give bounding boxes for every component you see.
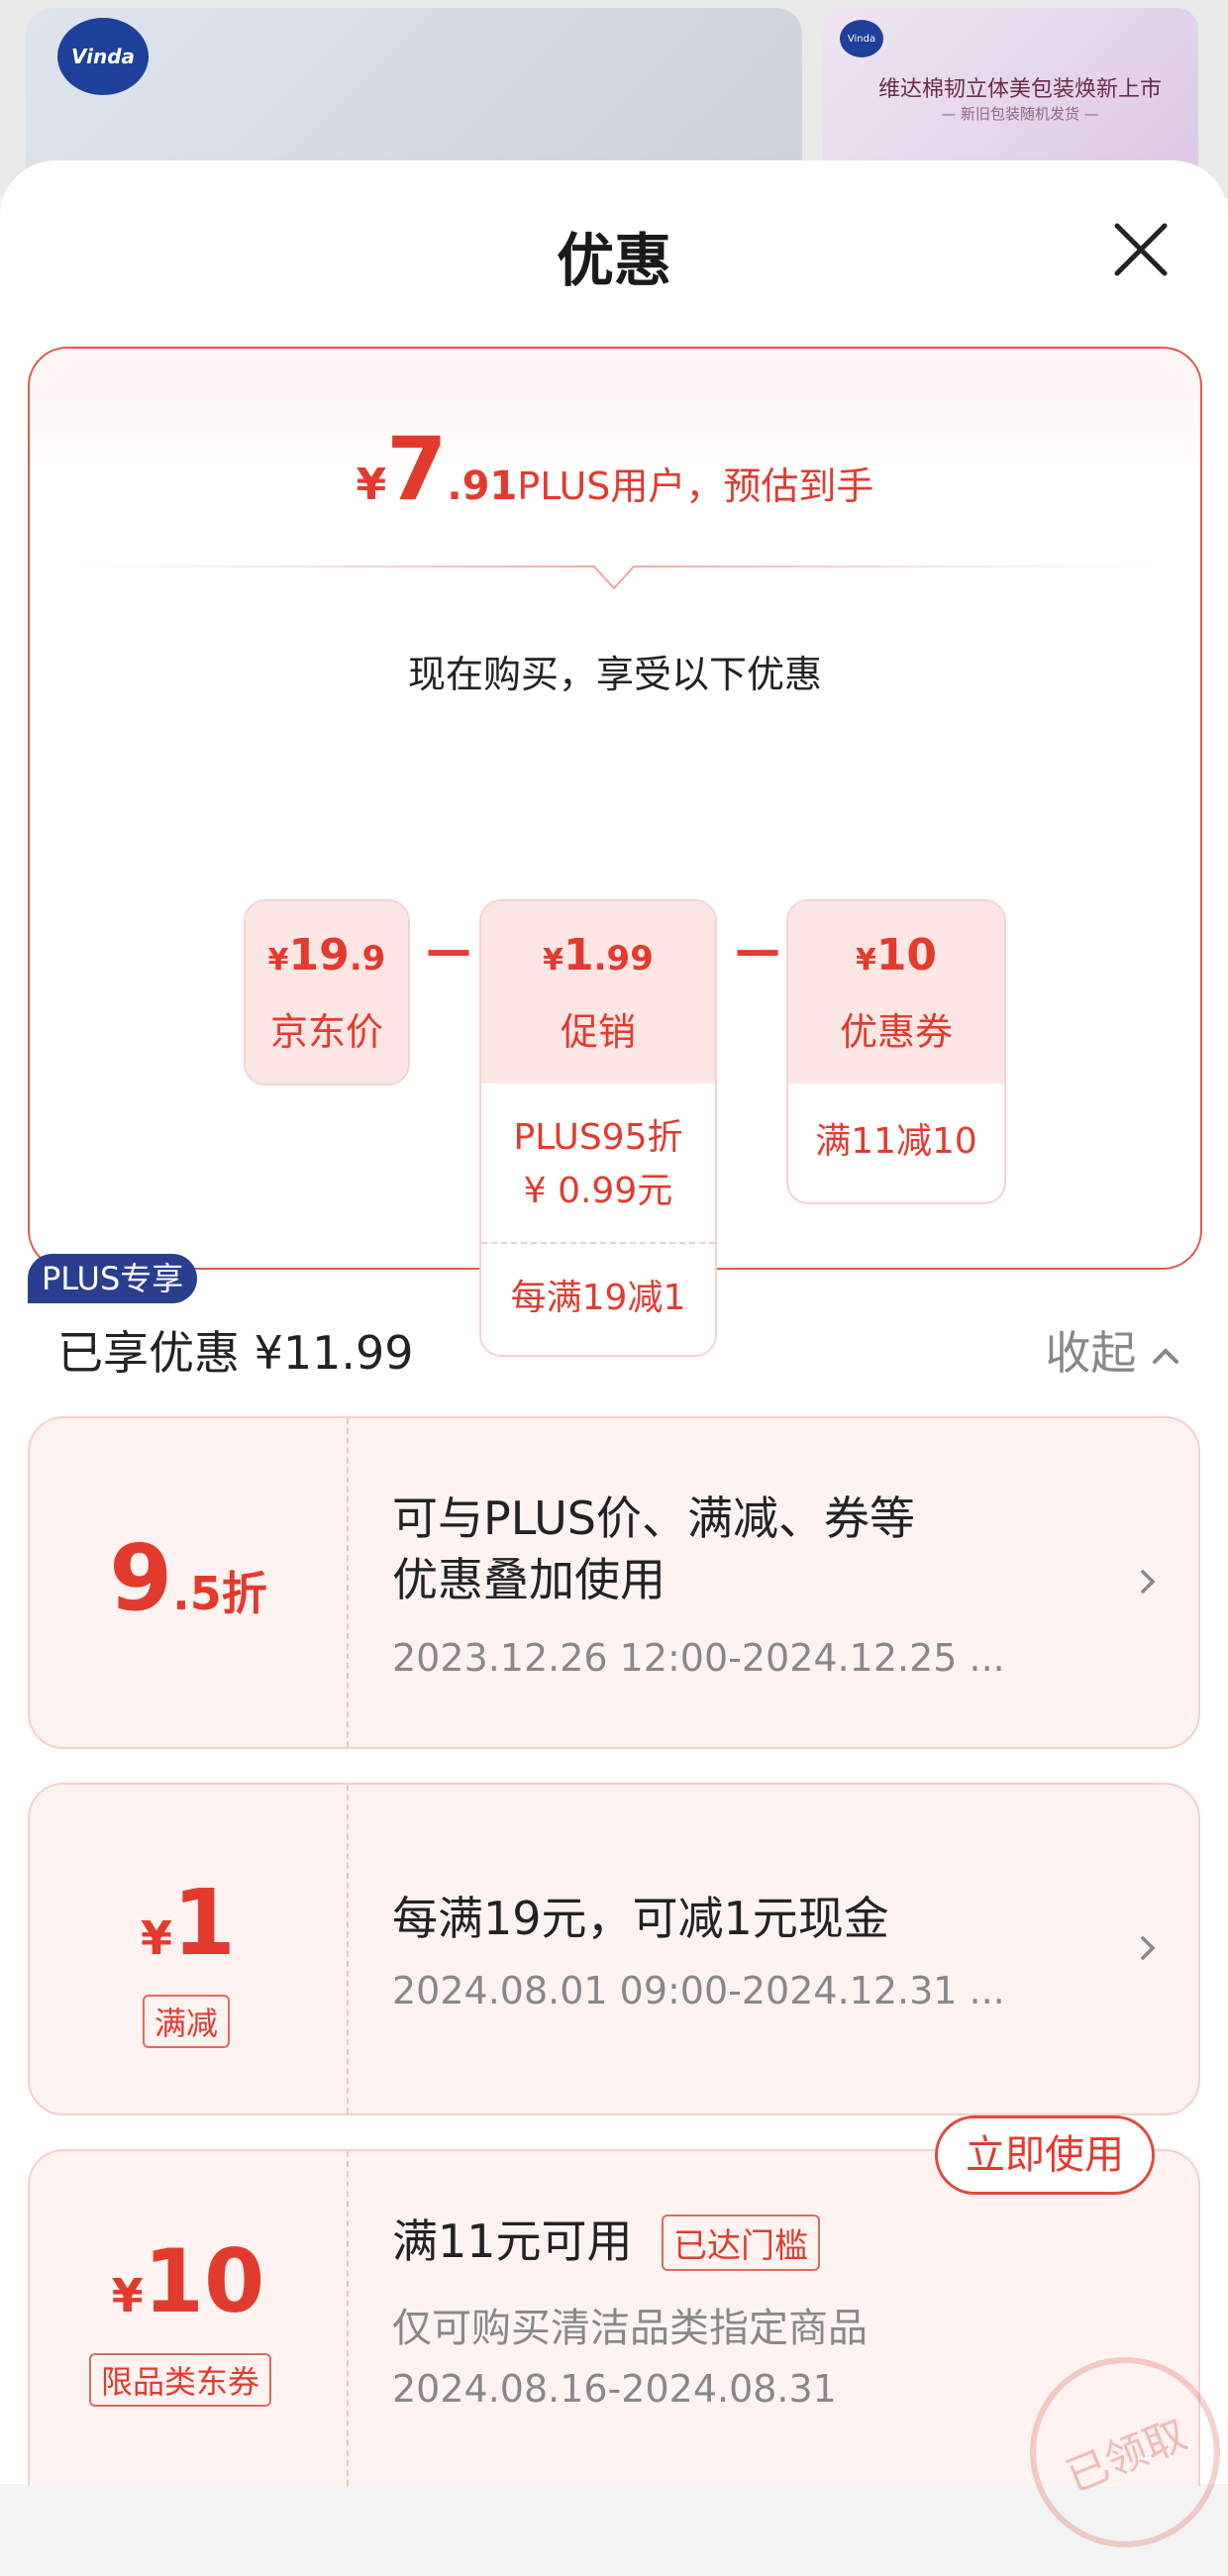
collapse-label: 收起 — [1045, 1326, 1137, 1380]
promotion-card: ¥1.99 促销 PLUS95折 ¥ 0.99元 每满19减1 — [479, 899, 717, 1357]
coupon-date: 2023.12.26 12:00-2024.12.25 ... — [392, 1636, 1005, 1680]
estimate-label: PLUS用户，预估到手 — [517, 464, 874, 508]
coupon-symbol: ¥ — [855, 943, 876, 978]
category-scope: 仅可购买清洁品类指定商品 — [392, 2306, 868, 2351]
jd-price-symbol: ¥ — [267, 943, 289, 978]
divider-pointer — [59, 566, 1169, 590]
brand-logo-small: Vinda — [840, 20, 883, 57]
discount-decimal: .5折 — [172, 1567, 267, 1620]
coupon-label: 优惠券 — [839, 1010, 953, 1054]
jd-price-amount: 19 — [288, 930, 350, 980]
sheet-title: 优惠 — [556, 227, 671, 294]
plus-exclusive-badge: PLUS专享 — [28, 1254, 198, 1303]
category-date: 2024.08.16-2024.08.31 — [392, 2367, 837, 2411]
promotion-detail-plus: PLUS95折 — [513, 1117, 683, 1158]
price-currency: ¥ — [356, 460, 387, 510]
manjian-date: 2024.08.01 09:00-2024.12.31 ... — [392, 1969, 1005, 2012]
minus-sign: — — [426, 923, 471, 977]
chevron-right-icon — [1141, 1570, 1156, 1594]
promotion-decimal: .99 — [593, 939, 654, 979]
estimate-panel: ¥7.91PLUS用户，预估到手 现在购买，享受以下优惠 ¥19.9 京东价 —… — [28, 347, 1202, 1357]
coupon-description-line1: 可与PLUS价、满减、券等 — [392, 1492, 915, 1545]
discount-value: 9.5折 — [30, 1525, 347, 1631]
use-now-button[interactable]: 立即使用 — [935, 2115, 1155, 2195]
coupon-card: ¥10 优惠券 满11减10 — [786, 899, 1006, 1204]
collapse-button[interactable]: 收起 — [1045, 1317, 1180, 1383]
enjoyed-discount: 已享优惠 ¥11.99 — [57, 1326, 414, 1380]
jd-price-label: 京东价 — [269, 1010, 383, 1054]
threshold-reached-badge: 已达门槛 — [662, 2215, 820, 2271]
price-decimal: .91 — [447, 464, 518, 509]
chevron-right-icon — [1141, 1936, 1156, 1960]
jd-price-decimal: .9 — [349, 939, 386, 979]
category-coupon[interactable]: ¥10 限品类东券 满11元可用 已达门槛 仅可购买清洁品类指定商品 2024.… — [28, 2149, 1200, 2486]
jd-price-card: ¥19.9 京东价 — [244, 899, 410, 1085]
promotion-detail-amount: ¥ 0.99元 — [523, 1171, 673, 1211]
manjian-amount: 1 — [172, 1870, 237, 1976]
category-title: 满11元可用 — [392, 2215, 633, 2268]
brand-logo: Vinda — [57, 18, 149, 95]
minus-sign: — — [735, 923, 780, 977]
discount-integer: 9 — [109, 1525, 173, 1631]
breakdown-subtitle: 现在购买，享受以下优惠 — [407, 653, 822, 696]
coupon-description: 可与PLUS价、满减、券等 优惠叠加使用 — [392, 1488, 915, 1610]
promotion-symbol: ¥ — [543, 943, 563, 978]
category-currency: ¥ — [111, 2269, 144, 2322]
plus-discount-coupon[interactable]: 9.5折 可与PLUS价、满减、券等 优惠叠加使用 2023.12.26 12:… — [28, 1416, 1200, 1749]
manjian-description: 每满19元，可减1元现金 — [392, 1892, 889, 1945]
price-integer: 7 — [386, 418, 448, 520]
coupon-amount: 10 — [875, 930, 938, 980]
estimated-price: ¥7.91PLUS用户，预估到手 — [30, 418, 1200, 520]
chevron-up-icon — [1153, 1347, 1178, 1364]
promotion-detail-manjian: 每满19减1 — [510, 1278, 686, 1318]
manjian-coupon[interactable]: ¥1 满减 每满19元，可减1元现金 2024.08.01 09:00-2024… — [28, 1783, 1200, 2115]
banner-title: 维达棉韧立体美包装焕新上市 — [877, 77, 1162, 102]
category-coupon-value: ¥10 — [30, 2230, 347, 2332]
coupon-separator — [347, 1418, 349, 1747]
close-icon[interactable] — [1109, 218, 1173, 281]
coupon-detail: 满11减10 — [815, 1121, 977, 1162]
banner-subtitle: — 新旧包装随机发货 — — [941, 105, 1099, 123]
coupon-description-line2: 优惠叠加使用 — [392, 1553, 665, 1606]
coupon-separator — [347, 1785, 349, 2113]
manjian-tag: 满减 — [143, 1995, 231, 2048]
promotion-amount: 1 — [563, 930, 594, 980]
promotion-label: 促销 — [560, 1010, 636, 1054]
category-tag: 限品类东券 — [89, 2353, 272, 2407]
category-amount: 10 — [143, 2230, 265, 2332]
manjian-currency: ¥ — [140, 1911, 172, 1965]
manjian-value: ¥1 — [30, 1870, 347, 1976]
coupon-separator — [347, 2151, 349, 2486]
